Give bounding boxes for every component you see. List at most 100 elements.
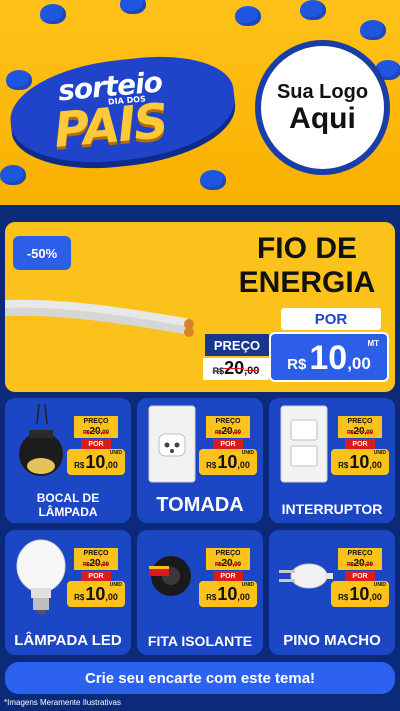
logo-placeholder[interactable]: Sua Logo Aqui: [255, 40, 390, 175]
product-card[interactable]: PREÇO R$ 20 ,00 POR UNID R$ 10 ,00 BOCAL…: [5, 398, 131, 523]
led-bulb-image: [16, 539, 66, 614]
heart-icon: [235, 6, 261, 26]
old-dec: ,00: [232, 562, 241, 568]
product-card[interactable]: PREÇO R$ 20 ,00 POR UNID R$ 10 ,00 LÂMPA…: [5, 530, 131, 655]
logo-text-line2: Aqui: [289, 101, 356, 135]
old-int: 20: [353, 426, 365, 437]
featured-title-line2: ENERGIA: [238, 266, 376, 299]
product-old-price: R$ 20 ,00: [338, 426, 382, 438]
product-por-label: POR: [345, 571, 375, 581]
product-preco-label: PREÇO: [338, 548, 382, 558]
product-name: FITA ISOLANTE: [147, 633, 253, 649]
new-currency: R$: [74, 593, 85, 602]
product-name: BOCAL DE LÂMPADA: [36, 491, 100, 519]
product-card[interactable]: PREÇO R$ 20 ,00 POR UNID R$ 10 ,00 FITA …: [137, 530, 263, 655]
new-int: 10: [85, 452, 106, 472]
product-old-price: R$ 20 ,00: [338, 558, 382, 570]
product-new-price: UNID R$ 10 ,00: [331, 581, 389, 607]
old-price-integer: 20: [224, 358, 245, 378]
product-price-block: PREÇO R$ 20 ,00 POR UNID R$ 10 ,00: [331, 548, 389, 607]
product-price-block: PREÇO R$ 20 ,00 POR UNID R$ 10 ,00: [199, 548, 257, 607]
new-dec: ,00: [237, 460, 250, 470]
heart-icon: [120, 0, 146, 14]
new-dec: ,00: [105, 592, 118, 602]
heart-icon: [200, 170, 226, 190]
featured-title: FIO DE ENERGIA: [227, 232, 387, 300]
new-price-decimal: ,00: [347, 354, 371, 373]
old-int: 20: [221, 426, 233, 437]
product-card[interactable]: PREÇO R$ 20 ,00 POR UNID R$ 10 ,00 INTER…: [269, 398, 395, 523]
product-price-block: PREÇO R$ 20 ,00 POR UNID R$ 10 ,00: [199, 416, 257, 475]
heart-icon: [300, 0, 326, 20]
featured-title-line1: FIO DE: [256, 232, 357, 265]
old-price: R$ 20 ,00: [203, 358, 269, 380]
title-pais: PAIS: [51, 93, 169, 159]
product-name: PINO MACHO: [283, 632, 381, 649]
unit-label: UNID: [241, 450, 254, 456]
new-int: 10: [349, 452, 370, 472]
price-unit: MT: [367, 339, 379, 348]
new-currency: R$: [338, 461, 349, 470]
product-price-block: PREÇO R$ 20 ,00 POR UNID R$ 10 ,00: [67, 548, 125, 607]
disclaimer-text: *Imagens Meramente Ilustrativas: [4, 698, 121, 707]
featured-product-card[interactable]: -50% FIO DE ENERGIA POR PREÇO R$ 20 ,00 …: [5, 222, 395, 392]
product-grid: PREÇO R$ 20 ,00 POR UNID R$ 10 ,00 BOCAL…: [5, 398, 395, 656]
new-int: 10: [85, 584, 106, 604]
unit-label: UNID: [109, 450, 122, 456]
product-old-price: R$ 20 ,00: [74, 426, 118, 438]
lamp-socket-image: [19, 404, 63, 476]
product-por-label: POR: [81, 439, 111, 449]
logo-text-line1: Sua Logo: [276, 80, 369, 103]
new-int: 10: [217, 584, 238, 604]
unit-label: UNID: [373, 450, 386, 456]
product-por-label: POR: [213, 571, 243, 581]
old-int: 20: [89, 558, 101, 569]
unit-label: UNID: [109, 582, 122, 588]
heart-icon: [360, 20, 386, 40]
heart-icon: [6, 70, 32, 90]
product-new-price: UNID R$ 10 ,00: [331, 449, 389, 475]
product-new-price: UNID R$ 10 ,00: [199, 449, 257, 475]
old-dec: ,00: [100, 562, 109, 568]
tape-image: [149, 556, 191, 596]
preco-label: PREÇO: [205, 334, 269, 356]
unit-label: UNID: [241, 582, 254, 588]
product-por-label: POR: [345, 439, 375, 449]
new-int: 10: [349, 584, 370, 604]
cable-image: [5, 299, 194, 337]
product-new-price: UNID R$ 10 ,00: [199, 581, 257, 607]
product-old-price: R$ 20 ,00: [74, 558, 118, 570]
new-dec: ,00: [105, 460, 118, 470]
old-dec: ,00: [100, 430, 109, 436]
product-por-label: POR: [213, 439, 243, 449]
product-preco-label: PREÇO: [206, 416, 250, 426]
new-currency: R$: [74, 461, 85, 470]
product-name: LÂMPADA LED: [14, 632, 122, 649]
old-dec: ,00: [364, 430, 373, 436]
product-card[interactable]: PREÇO R$ 20 ,00 POR UNID R$ 10 ,00 TOMAD…: [137, 398, 263, 523]
product-por-label: POR: [81, 571, 111, 581]
product-name: INTERRUPTOR: [281, 501, 383, 517]
old-int: 20: [221, 558, 233, 569]
new-price-currency: R$: [287, 356, 307, 373]
product-old-price: R$ 20 ,00: [206, 558, 250, 570]
create-flyer-button[interactable]: Crie seu encarte com este tema!: [5, 662, 395, 694]
unit-label: UNID: [373, 582, 386, 588]
new-currency: R$: [206, 593, 217, 602]
product-new-price: UNID R$ 10 ,00: [67, 449, 125, 475]
product-price-block: PREÇO R$ 20 ,00 POR UNID R$ 10 ,00: [67, 416, 125, 475]
old-int: 20: [89, 426, 101, 437]
old-dec: ,00: [364, 562, 373, 568]
heart-icon: [0, 165, 26, 185]
product-old-price: R$ 20 ,00: [206, 426, 250, 438]
new-dec: ,00: [369, 592, 382, 602]
product-name: TOMADA: [156, 494, 244, 516]
product-card[interactable]: PREÇO R$ 20 ,00 POR UNID R$ 10 ,00 PINO …: [269, 530, 395, 655]
old-dec: ,00: [232, 430, 241, 436]
product-new-price: UNID R$ 10 ,00: [67, 581, 125, 607]
new-dec: ,00: [237, 592, 250, 602]
product-preco-label: PREÇO: [338, 416, 382, 426]
old-price-currency: R$: [212, 366, 225, 376]
new-price: MT R$ 10 ,00: [269, 332, 389, 382]
product-price-block: PREÇO R$ 20 ,00 POR UNID R$ 10 ,00: [331, 416, 389, 475]
